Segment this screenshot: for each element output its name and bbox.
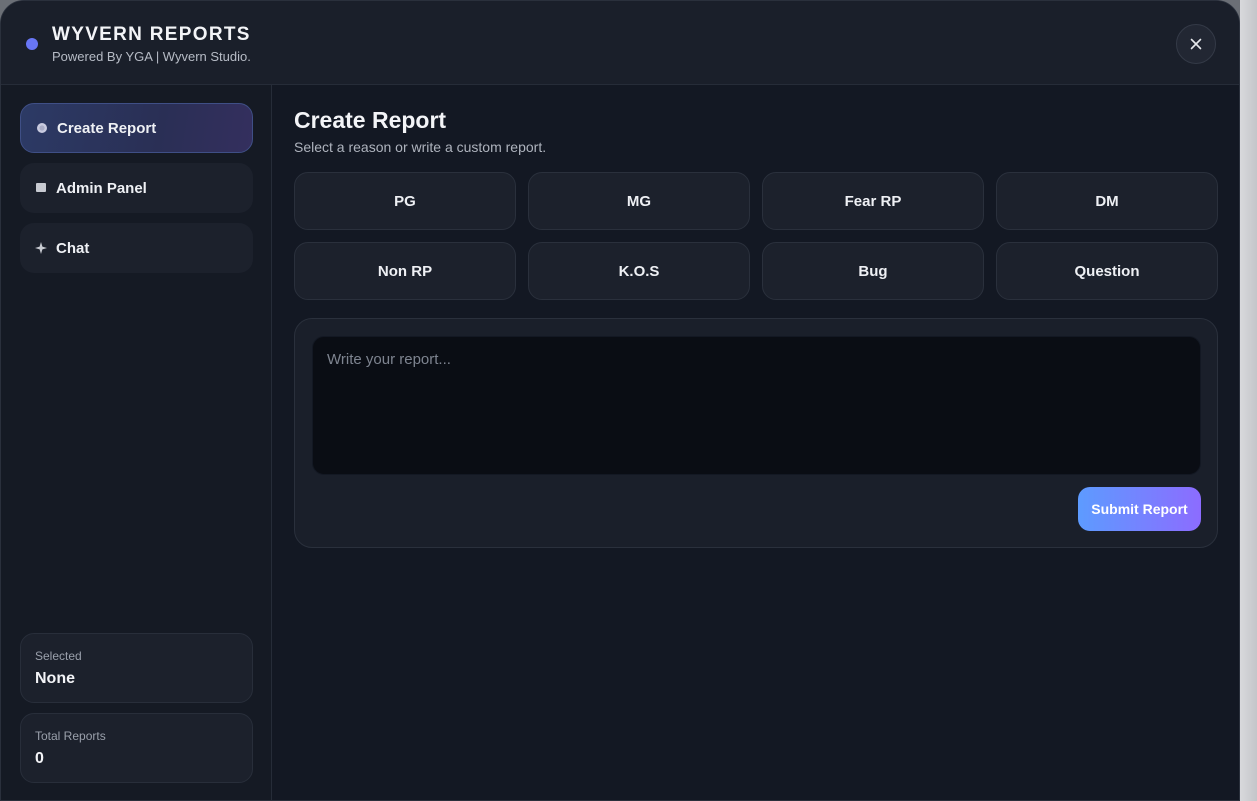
square-icon xyxy=(35,182,47,194)
sidebar-item-label: Chat xyxy=(56,239,90,257)
reason-button-bug[interactable]: Bug xyxy=(762,242,984,300)
app-title: WYVERN REPORTS xyxy=(52,24,251,45)
reason-button-pg[interactable]: PG xyxy=(294,172,516,230)
reason-button-kos[interactable]: K.O.S xyxy=(528,242,750,300)
background-edge xyxy=(1240,0,1257,801)
close-icon xyxy=(1190,38,1202,50)
sidebar-item-create-report[interactable]: Create Report xyxy=(20,103,253,153)
status-dot-icon xyxy=(26,38,38,50)
circle-dot-icon xyxy=(36,122,48,134)
report-textarea[interactable] xyxy=(312,336,1201,475)
reason-button-fear-rp[interactable]: Fear RP xyxy=(762,172,984,230)
submit-report-button[interactable]: Submit Report xyxy=(1078,487,1201,531)
report-panel: Submit Report xyxy=(294,318,1218,548)
selected-value: None xyxy=(35,670,75,687)
reason-button-question[interactable]: Question xyxy=(996,242,1218,300)
sidebar-item-chat[interactable]: Chat xyxy=(20,223,253,273)
page-title: Create Report xyxy=(294,107,447,133)
total-reports-label: Total Reports xyxy=(35,729,106,743)
total-reports-card: Total Reports 0 xyxy=(20,713,253,783)
app-subtitle: Powered By YGA | Wyvern Studio. xyxy=(52,49,251,64)
close-button[interactable] xyxy=(1176,24,1216,64)
report-window: WYVERN REPORTS Powered By YGA | Wyvern S… xyxy=(0,0,1240,801)
reason-button-dm[interactable]: DM xyxy=(996,172,1218,230)
selected-label: Selected xyxy=(35,649,82,663)
reason-grid: PG MG Fear RP DM Non RP K.O.S Bug Questi… xyxy=(294,172,1218,300)
reason-button-non-rp[interactable]: Non RP xyxy=(294,242,516,300)
reason-button-mg[interactable]: MG xyxy=(528,172,750,230)
sidebar-item-label: Create Report xyxy=(57,119,157,137)
app-header: WYVERN REPORTS Powered By YGA | Wyvern S… xyxy=(1,1,1239,85)
page-subtitle: Select a reason or write a custom report… xyxy=(294,139,547,155)
total-reports-value: 0 xyxy=(35,750,44,767)
sidebar-item-admin-panel[interactable]: Admin Panel xyxy=(20,163,253,213)
sparkle-icon xyxy=(35,242,47,254)
selected-card: Selected None xyxy=(20,633,253,703)
sidebar-item-label: Admin Panel xyxy=(56,179,147,197)
sidebar: Create Report Admin Panel Chat Selected … xyxy=(1,85,272,800)
